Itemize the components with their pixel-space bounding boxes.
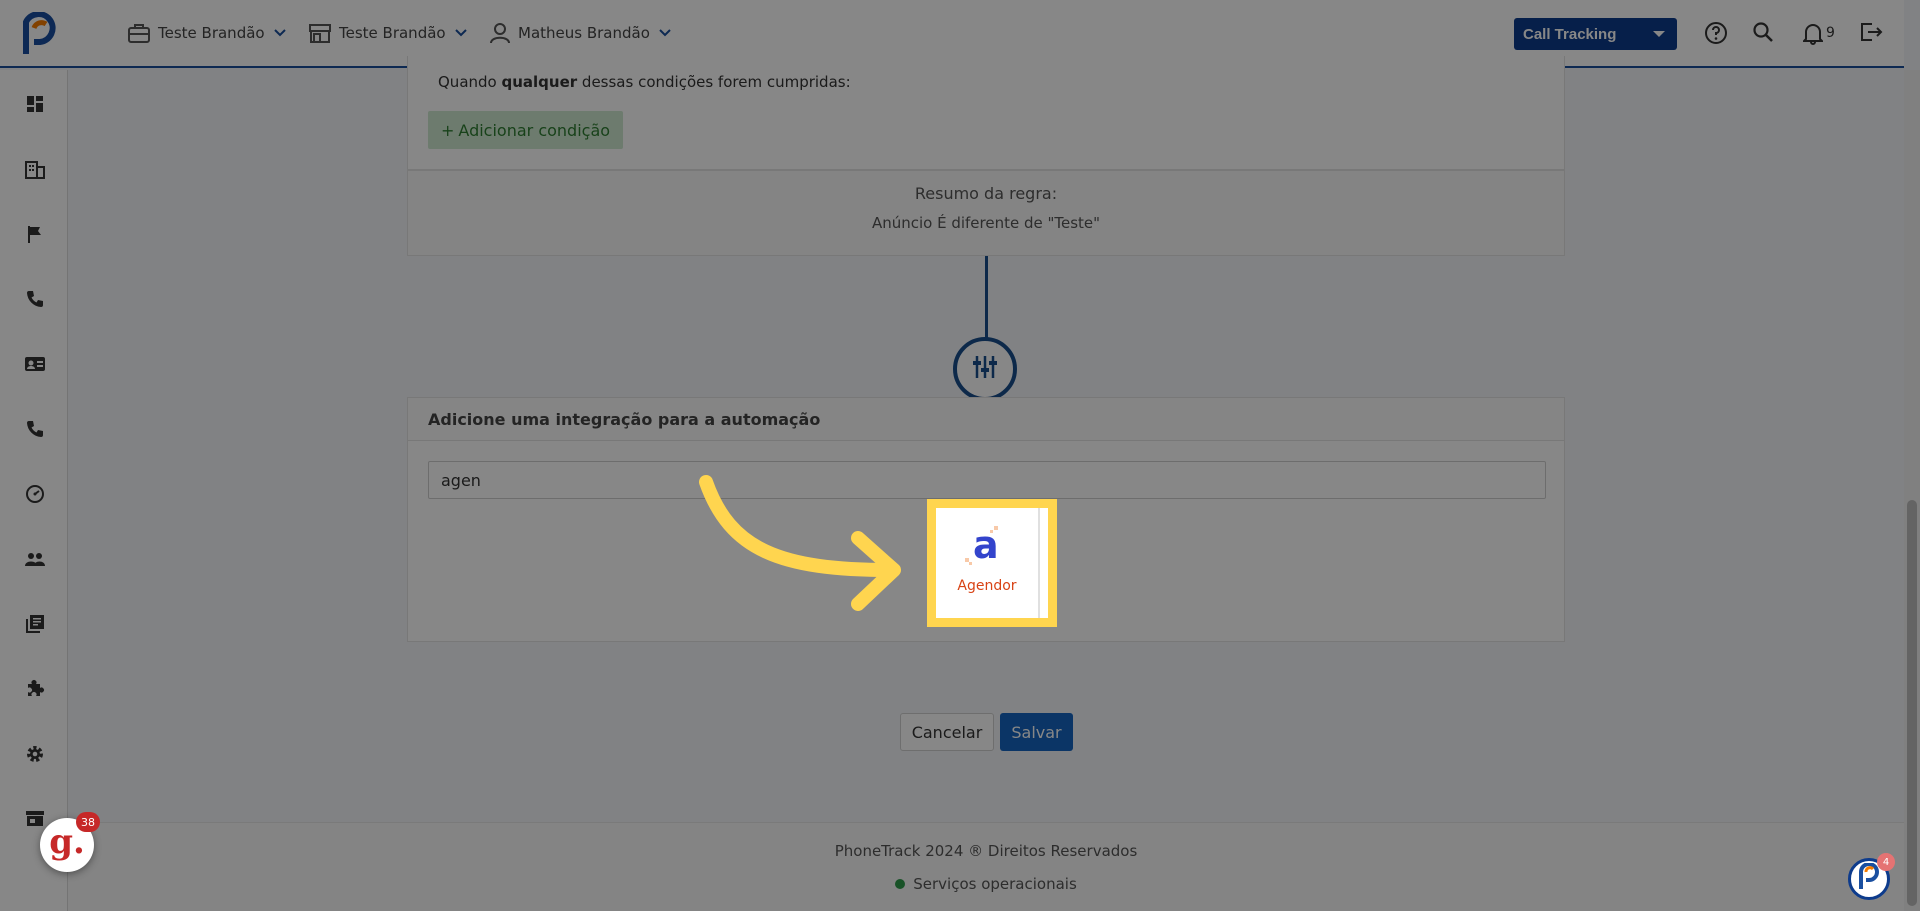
bell-icon[interactable]	[1801, 21, 1825, 49]
phone-icon[interactable]	[24, 418, 46, 440]
dashboard-icon[interactable]	[24, 93, 46, 115]
library-icon[interactable]	[24, 613, 46, 635]
integration-search-input[interactable]	[428, 461, 1546, 499]
gear-icon[interactable]	[24, 743, 46, 765]
phonetrack-logo[interactable]	[20, 11, 60, 56]
rule-summary-title: Resumo da regra:	[914, 184, 1058, 203]
user-name: Matheus Brandão	[518, 24, 650, 42]
store-selector[interactable]: Teste Brandão	[308, 22, 467, 44]
integration-node	[953, 337, 1017, 401]
product-select[interactable]: Call Tracking	[1514, 18, 1677, 50]
rule-summary-card: Resumo da regra: Anúncio É diferente de …	[407, 170, 1565, 256]
user-selector[interactable]: Matheus Brandão	[489, 22, 671, 44]
conditions-prefix: Quando	[438, 73, 502, 91]
store-name: Teste Brandão	[339, 24, 446, 42]
equalizer-icon	[970, 354, 1000, 384]
footer-copyright: PhoneTrack 2024 ® Direitos Reservados	[834, 842, 1138, 860]
status-dot-icon	[895, 879, 906, 889]
company-selector[interactable]: Teste Brandão	[127, 22, 286, 44]
chevron-down-icon	[273, 29, 286, 37]
conditions-suffix: dessas condições forem cumpridas:	[577, 73, 851, 91]
footer: PhoneTrack 2024 ® Direitos Reservados Se…	[68, 822, 1904, 911]
contact-card-icon[interactable]	[24, 353, 46, 375]
integration-card-title: Adicione uma integração para a automação	[408, 398, 1564, 441]
save-button[interactable]: Salvar	[1000, 713, 1073, 751]
g-widget-button[interactable]: g. 38	[40, 812, 100, 872]
chat-widget-button[interactable]: 4	[1848, 853, 1895, 900]
chat-widget-count: 4	[1877, 853, 1895, 871]
store-icon[interactable]	[24, 808, 46, 830]
company-name: Teste Brandão	[158, 24, 265, 42]
chat-logo-icon	[1856, 862, 1882, 895]
notification-count: 9	[1826, 25, 1835, 41]
chevron-down-icon	[659, 29, 671, 37]
add-condition-button[interactable]: + Adicionar condição	[428, 111, 624, 149]
search-icon[interactable]	[1752, 21, 1774, 47]
footer-status-text: Serviços operacionais	[913, 875, 1077, 893]
conditions-description: Quando qualquer dessas condições forem c…	[438, 73, 851, 91]
flow-connector	[985, 256, 988, 338]
guide-arrow-icon	[690, 470, 910, 624]
add-condition-label: Adicionar condição	[458, 120, 611, 140]
footer-status[interactable]: Serviços operacionais	[68, 875, 1904, 893]
cancel-button[interactable]: Cancelar	[900, 713, 994, 751]
scroll-thumb[interactable]	[1907, 500, 1917, 906]
product-select-value: Call Tracking	[1523, 25, 1617, 43]
building-icon[interactable]	[24, 158, 46, 180]
logout-icon[interactable]	[1859, 21, 1883, 47]
store-icon	[308, 22, 332, 44]
flag-icon[interactable]	[24, 223, 46, 245]
phone-icon[interactable]	[24, 288, 46, 310]
speed-icon[interactable]	[24, 483, 46, 505]
briefcase-icon	[127, 22, 151, 44]
page-scrollbar[interactable]	[1904, 70, 1920, 911]
conditions-card: Quando qualquer dessas condições forem c…	[407, 56, 1565, 170]
user-icon	[489, 22, 511, 44]
people-icon[interactable]	[24, 548, 46, 570]
caret-down-icon	[1653, 31, 1665, 37]
conditions-emphasis: qualquer	[501, 73, 578, 91]
help-icon[interactable]	[1704, 21, 1728, 49]
g-widget-count: 38	[76, 812, 100, 832]
rule-summary-text: Anúncio É diferente de "Teste"	[871, 214, 1101, 232]
chevron-down-icon	[454, 29, 467, 37]
plus-icon: +	[441, 120, 455, 140]
puzzle-icon[interactable]	[24, 678, 46, 700]
agendor-logo-icon: a	[957, 520, 1017, 570]
sidebar	[0, 70, 68, 911]
highlight-frame: a Agendor	[927, 499, 1057, 627]
integration-tile-agendor[interactable]: a Agendor	[936, 508, 1040, 618]
integration-tile-label: Agendor	[957, 578, 1017, 594]
